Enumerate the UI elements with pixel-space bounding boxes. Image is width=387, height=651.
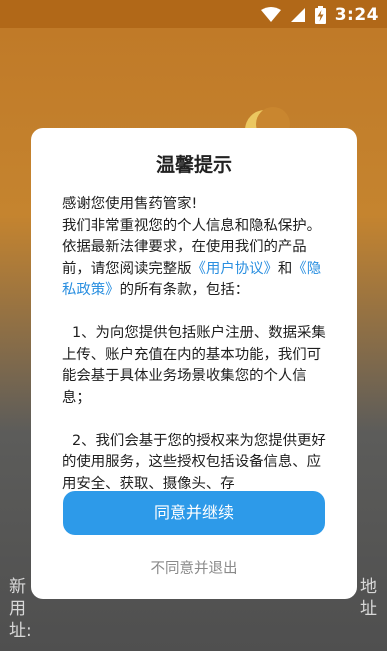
user-agreement-link[interactable]: 《用户协议》 [192,261,278,277]
and-text: 和 [277,260,293,277]
clause-1-text: 1、为向您提供包括账户注册、数据采集上传、账户充值在内的基本功能，我们可能会基于… [62,325,326,406]
privacy-dialog: 温馨提示 感谢您使用售药管家! 我们非常重视您的个人信息和隐私保护。依据最新法律… [31,128,357,599]
disagree-exit-button[interactable]: 不同意并退出 [31,557,357,578]
privacy-intro-paragraph: 我们非常重视您的个人信息和隐私保护。依据最新法律要求，在使用我们的产品前，请您阅… [62,216,332,302]
signal-icon [290,7,306,23]
battery-charging-icon [314,6,326,24]
dialog-body[interactable]: 感谢您使用售药管家! 我们非常重视您的个人信息和隐私保护。依据最新法律要求，在使… [62,194,332,514]
agree-continue-button[interactable]: 同意并继续 [63,491,325,535]
intro-tail-text: 的所有条款，包括： [119,282,250,298]
status-bar: 3:24 [0,0,387,28]
background-text-left: 新用 址: [9,577,31,641]
greeting-text: 感谢您使用售药管家! [62,196,198,212]
status-time: 3:24 [334,5,379,25]
wifi-icon [260,7,281,23]
clause-2-text: 2、我们会基于您的授权来为您提供更好的使用服务，这些授权包括设备信息、应用安全、… [62,432,326,492]
dialog-title: 温馨提示 [155,154,232,176]
status-icons: 3:24 [260,5,379,25]
